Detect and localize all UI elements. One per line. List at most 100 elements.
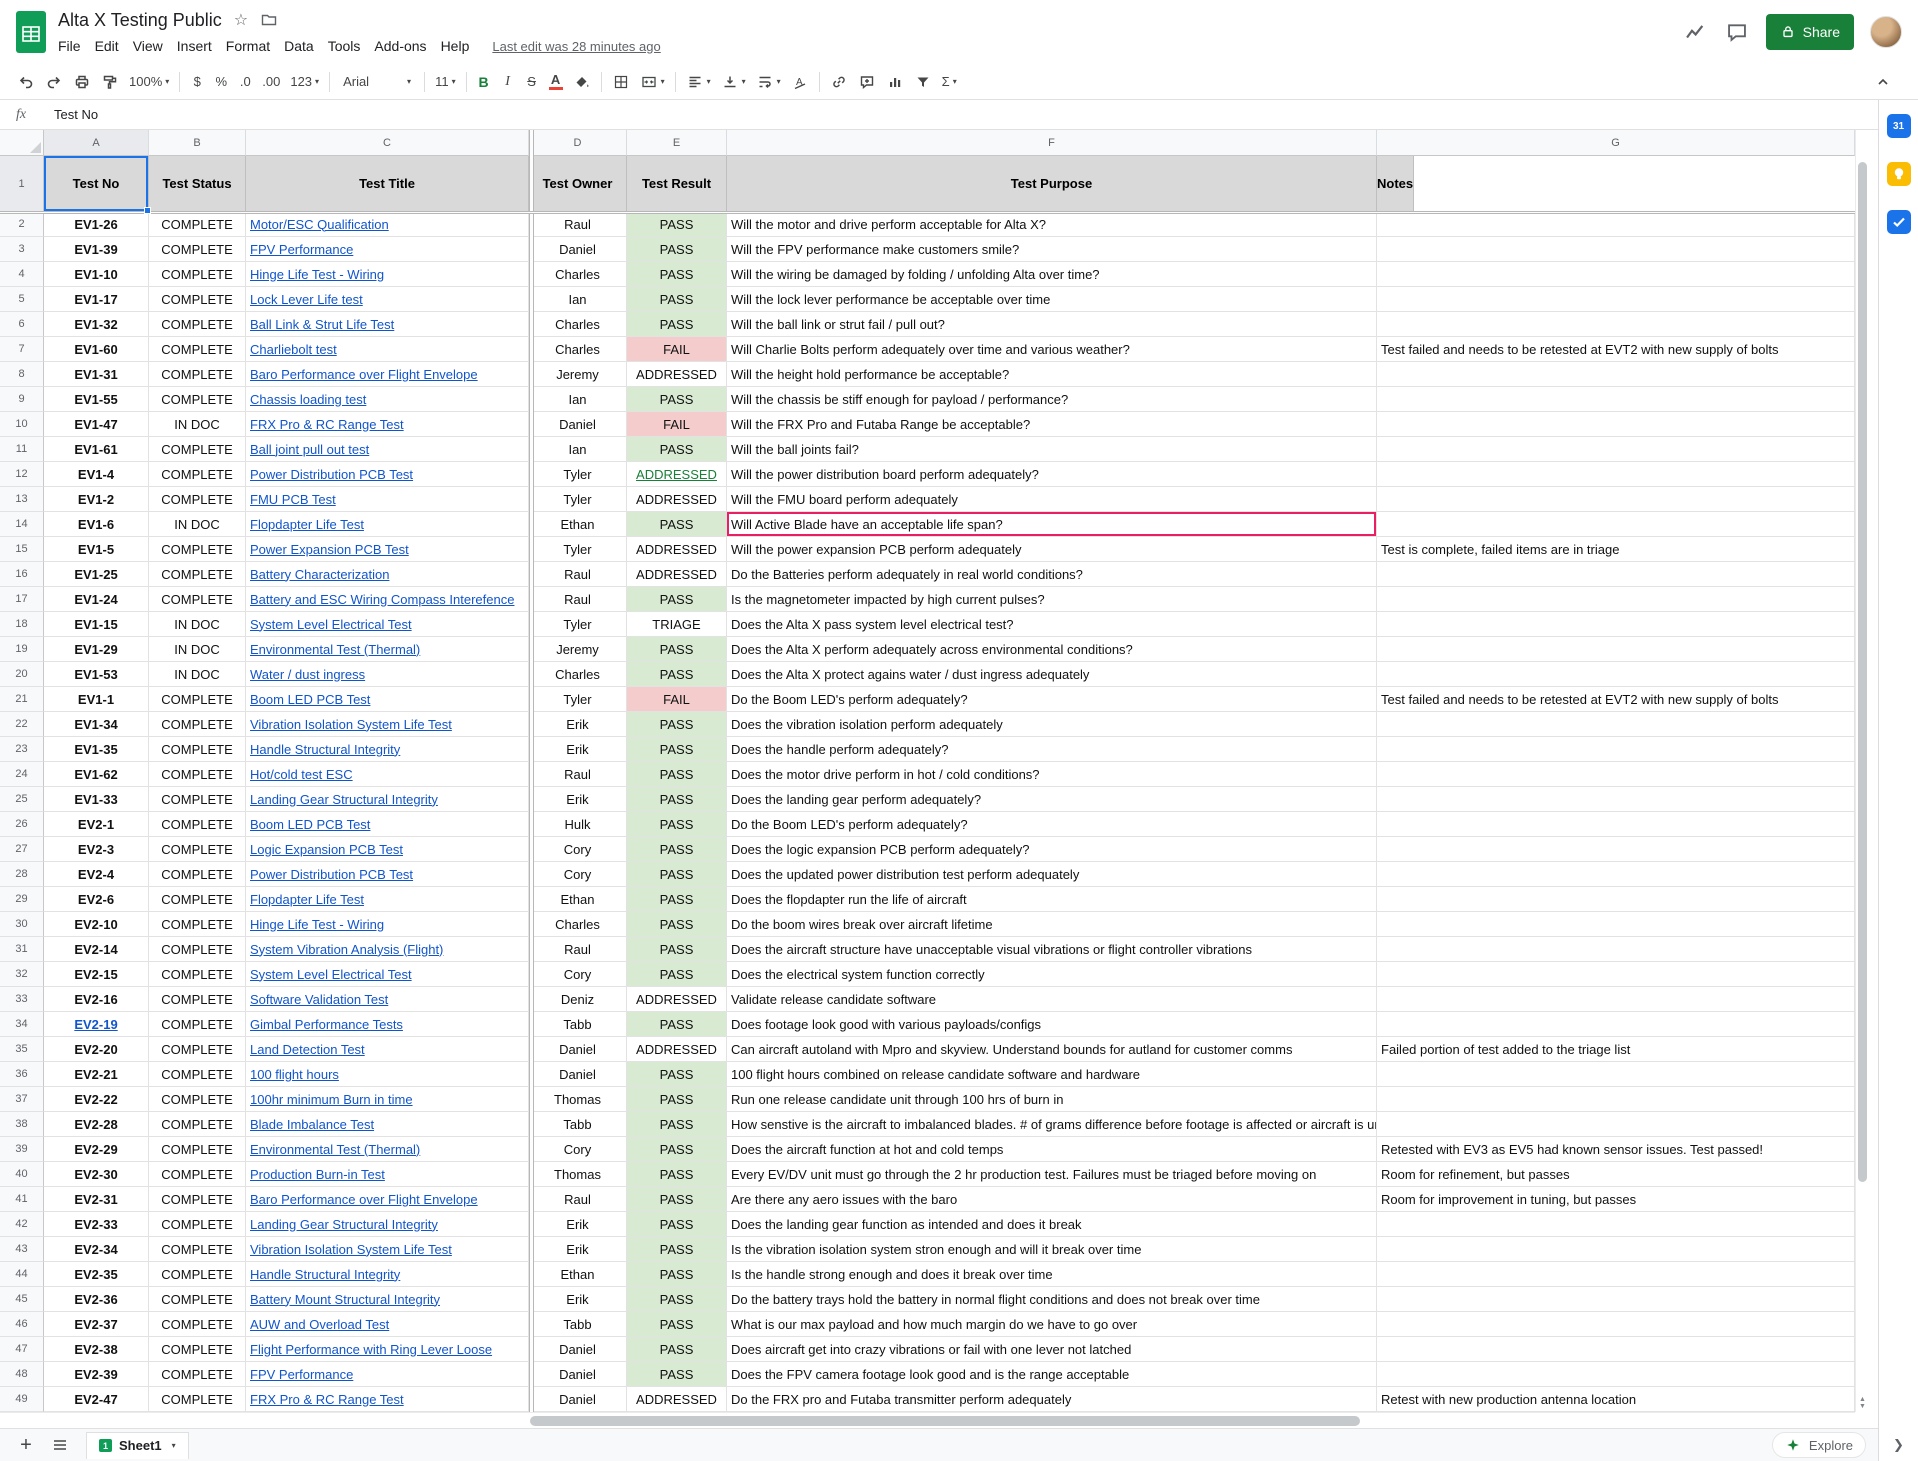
cell-test-owner[interactable]: Raul bbox=[529, 762, 627, 787]
cell-test-title-link[interactable]: Baro Performance over Flight Envelope bbox=[246, 1187, 529, 1212]
row-number[interactable]: 1 bbox=[0, 156, 44, 212]
cell-test-purpose[interactable]: Will the FRX Pro and Futaba Range be acc… bbox=[727, 412, 1377, 437]
cell-test-owner[interactable]: Daniel bbox=[529, 1387, 627, 1412]
cell-test-no[interactable]: EV2-15 bbox=[44, 962, 149, 987]
cell-test-purpose[interactable]: Are there any aero issues with the baro bbox=[727, 1187, 1377, 1212]
cell-notes[interactable] bbox=[1377, 237, 1855, 262]
format-currency-button[interactable]: $ bbox=[185, 69, 209, 95]
cell-test-owner[interactable]: Ethan bbox=[529, 1262, 627, 1287]
cell-test-purpose[interactable]: Does the Alta X pass system level electr… bbox=[727, 612, 1377, 637]
document-title[interactable]: Alta X Testing Public bbox=[58, 10, 222, 31]
cell-test-result[interactable]: FAIL bbox=[627, 412, 727, 437]
row-number[interactable]: 16 bbox=[0, 562, 44, 587]
cell-test-purpose[interactable]: Will the motor and drive perform accepta… bbox=[727, 212, 1377, 237]
cell-notes[interactable] bbox=[1377, 562, 1855, 587]
cell-test-purpose[interactable]: Do the FRX pro and Futaba transmitter pe… bbox=[727, 1387, 1377, 1412]
cell-test-title-link[interactable]: Gimbal Performance Tests bbox=[246, 1012, 529, 1037]
cell-test-owner[interactable]: Erik bbox=[529, 1237, 627, 1262]
row-number[interactable]: 31 bbox=[0, 937, 44, 962]
row-number[interactable]: 39 bbox=[0, 1137, 44, 1162]
show-side-panel-chevron[interactable]: ❯ bbox=[1879, 1437, 1918, 1453]
row-number[interactable]: 22 bbox=[0, 712, 44, 737]
cell-test-result[interactable]: FAIL bbox=[627, 687, 727, 712]
cell-test-title-link[interactable]: Boom LED PCB Test bbox=[246, 812, 529, 837]
cell-c1-test-title[interactable]: Test Title bbox=[246, 156, 529, 212]
cell-test-title-link[interactable]: FMU PCB Test bbox=[246, 487, 529, 512]
cell-test-result[interactable]: PASS bbox=[627, 212, 727, 237]
cell-test-owner[interactable]: Charles bbox=[529, 912, 627, 937]
row-number[interactable]: 48 bbox=[0, 1362, 44, 1387]
cell-test-owner[interactable]: Jeremy bbox=[529, 362, 627, 387]
cell-test-no[interactable]: EV2-21 bbox=[44, 1062, 149, 1087]
row-number[interactable]: 30 bbox=[0, 912, 44, 937]
cell-test-owner[interactable]: Daniel bbox=[529, 1037, 627, 1062]
cell-test-status[interactable]: COMPLETE bbox=[149, 712, 246, 737]
cell-test-no[interactable]: EV2-34 bbox=[44, 1237, 149, 1262]
create-filter-button[interactable] bbox=[909, 69, 937, 95]
row-number[interactable]: 34 bbox=[0, 1012, 44, 1037]
sheet-tab-sheet1[interactable]: 1 Sheet1 ▾ bbox=[86, 1432, 189, 1459]
cell-notes[interactable] bbox=[1377, 1112, 1855, 1137]
row-number[interactable]: 41 bbox=[0, 1187, 44, 1212]
cell-test-title-link[interactable]: FRX Pro & RC Range Test bbox=[246, 412, 529, 437]
cell-notes[interactable] bbox=[1377, 837, 1855, 862]
cell-test-result[interactable]: PASS bbox=[627, 1162, 727, 1187]
cell-test-owner[interactable]: Erik bbox=[529, 787, 627, 812]
cell-test-result[interactable]: ADDRESSED bbox=[627, 362, 727, 387]
redo-button[interactable] bbox=[40, 69, 68, 95]
cell-test-no[interactable]: EV1-62 bbox=[44, 762, 149, 787]
cell-test-purpose[interactable]: Will the chassis be stiff enough for pay… bbox=[727, 387, 1377, 412]
cell-test-owner[interactable]: Tyler bbox=[529, 487, 627, 512]
increase-decimals-button[interactable]: .00 bbox=[257, 69, 285, 95]
cell-test-no[interactable]: EV2-3 bbox=[44, 837, 149, 862]
cell-notes[interactable] bbox=[1377, 1312, 1855, 1337]
vertical-scrollbar[interactable]: ▲▼ bbox=[1855, 130, 1869, 1412]
cell-test-title-link[interactable]: Environmental Test (Thermal) bbox=[246, 637, 529, 662]
row-number[interactable]: 42 bbox=[0, 1212, 44, 1237]
cell-test-no[interactable]: EV2-35 bbox=[44, 1262, 149, 1287]
cell-test-status[interactable]: COMPLETE bbox=[149, 1312, 246, 1337]
cell-test-owner[interactable]: Erik bbox=[529, 1287, 627, 1312]
cell-test-no[interactable]: EV1-24 bbox=[44, 587, 149, 612]
cell-test-no[interactable]: EV1-39 bbox=[44, 237, 149, 262]
cell-test-result[interactable]: PASS bbox=[627, 787, 727, 812]
insert-link-button[interactable] bbox=[825, 69, 853, 95]
cell-test-purpose[interactable]: Will Charlie Bolts perform adequately ov… bbox=[727, 337, 1377, 362]
cell-test-result[interactable]: PASS bbox=[627, 1062, 727, 1087]
column-header-c[interactable]: C bbox=[246, 130, 529, 156]
comment-history-icon[interactable] bbox=[1724, 19, 1750, 45]
row-number[interactable]: 2 bbox=[0, 212, 44, 237]
cell-notes[interactable] bbox=[1377, 1337, 1855, 1362]
cell-test-title-link[interactable]: System Level Electrical Test bbox=[246, 962, 529, 987]
menu-tools[interactable]: Tools bbox=[321, 36, 368, 56]
column-header-d[interactable]: D bbox=[529, 130, 627, 156]
cell-test-owner[interactable]: Daniel bbox=[529, 1062, 627, 1087]
cell-test-purpose[interactable]: Do the Batteries perform adequately in r… bbox=[727, 562, 1377, 587]
frozen-row-divider[interactable] bbox=[0, 211, 1855, 214]
cell-notes[interactable] bbox=[1377, 1012, 1855, 1037]
cell-test-no[interactable]: EV2-39 bbox=[44, 1362, 149, 1387]
cell-test-status[interactable]: COMPLETE bbox=[149, 1262, 246, 1287]
cell-test-result[interactable]: ADDRESSED bbox=[627, 1037, 727, 1062]
cell-test-status[interactable]: COMPLETE bbox=[149, 462, 246, 487]
cell-test-result[interactable]: PASS bbox=[627, 512, 727, 537]
cell-test-no[interactable]: EV1-1 bbox=[44, 687, 149, 712]
cell-test-owner[interactable]: Deniz bbox=[529, 987, 627, 1012]
cell-test-no[interactable]: EV1-31 bbox=[44, 362, 149, 387]
cell-test-no[interactable]: EV1-53 bbox=[44, 662, 149, 687]
cell-test-owner[interactable]: Tyler bbox=[529, 612, 627, 637]
cell-notes[interactable]: Room for improvement in tuning, but pass… bbox=[1377, 1187, 1855, 1212]
cell-test-title-link[interactable]: Battery and ESC Wiring Compass Interefen… bbox=[246, 587, 529, 612]
cell-test-no[interactable]: EV2-10 bbox=[44, 912, 149, 937]
cell-test-owner[interactable]: Raul bbox=[529, 212, 627, 237]
cell-test-title-link[interactable]: 100hr minimum Burn in time bbox=[246, 1087, 529, 1112]
vertical-align-button[interactable]: ▾ bbox=[716, 69, 751, 95]
cell-test-no[interactable]: EV1-17 bbox=[44, 287, 149, 312]
row-number[interactable]: 14 bbox=[0, 512, 44, 537]
sheets-logo-icon[interactable] bbox=[16, 11, 46, 53]
cell-test-result[interactable]: FAIL bbox=[627, 337, 727, 362]
cell-test-title-link[interactable]: Vibration Isolation System Life Test bbox=[246, 712, 529, 737]
cell-test-purpose[interactable]: Does the handle perform adequately? bbox=[727, 737, 1377, 762]
cell-test-status[interactable]: COMPLETE bbox=[149, 562, 246, 587]
cell-test-no[interactable]: EV1-34 bbox=[44, 712, 149, 737]
